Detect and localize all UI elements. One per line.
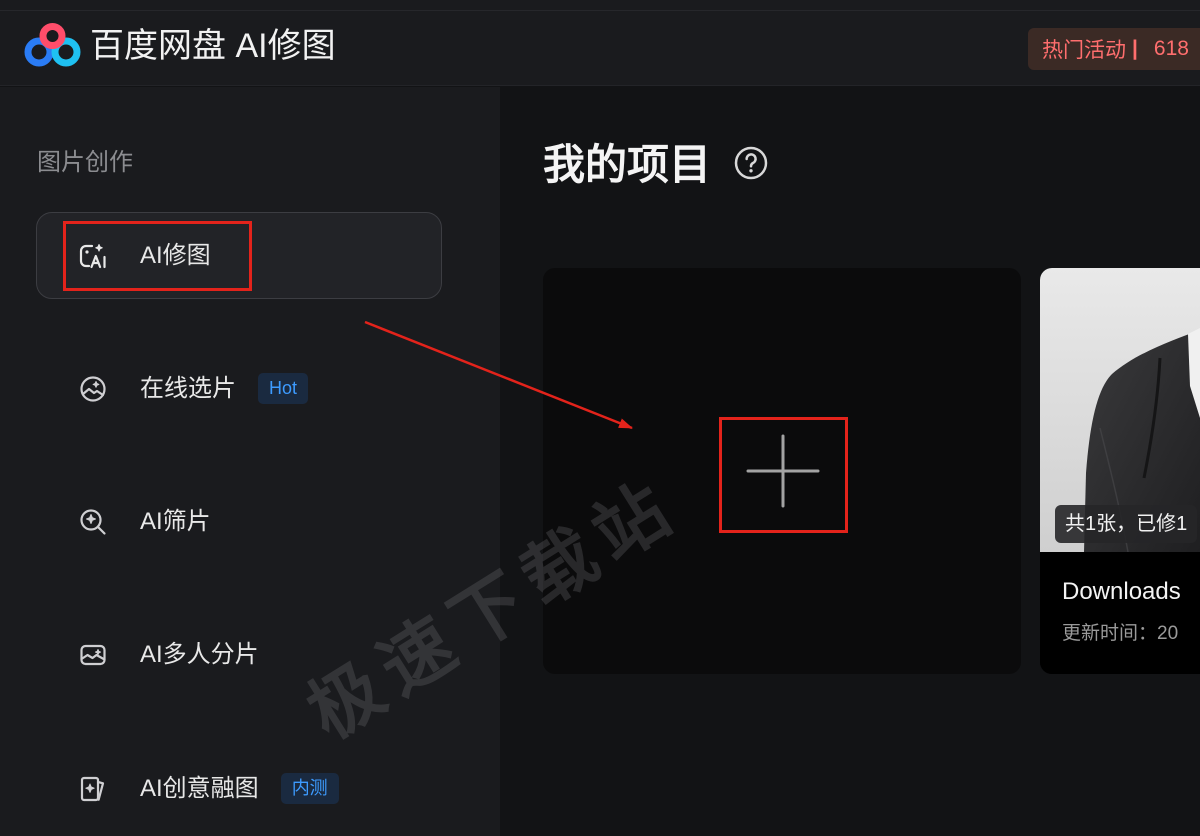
beta-badge: 内测 <box>280 773 339 804</box>
project-updated-time: 更新时间：20 <box>1062 623 1179 644</box>
question-circle-icon[interactable] <box>733 145 769 181</box>
ai-multi-person-split-icon <box>78 640 108 670</box>
project-name: Downloads <box>1062 578 1181 605</box>
sidebar-item-label: AI创意融图 <box>140 774 259 802</box>
sidebar-item-ai-photo-filter[interactable]: AI筛片 <box>36 478 442 565</box>
sidebar-section-title: 图片创作 <box>37 149 133 176</box>
promo-banner[interactable]: 热门活动 | 618 <box>1028 28 1200 70</box>
sidebar-item-label: 在线选片 <box>140 374 236 402</box>
sidebar-item-label: AI多人分片 <box>140 640 259 668</box>
sidebar-item-label: AI筛片 <box>140 507 211 535</box>
sidebar-item-ai-retouch[interactable]: AI修图 <box>36 212 442 299</box>
ai-creative-blend-icon <box>78 774 108 804</box>
project-card[interactable]: 共1张，已修1 Downloads 更新时间：20 <box>1040 268 1200 674</box>
promo-label: 热门活动 <box>1042 39 1126 62</box>
online-photo-select-icon <box>78 374 108 404</box>
plus-icon <box>746 434 820 508</box>
hot-badge: Hot <box>258 373 309 404</box>
new-project-card[interactable] <box>543 268 1021 674</box>
project-info: Downloads 更新时间：20 <box>1040 552 1200 674</box>
app-title: 百度网盘 AI修图 <box>90 27 336 65</box>
baidu-netdisk-logo[interactable] <box>23 22 83 70</box>
promo-value: 618 <box>1153 37 1189 60</box>
sidebar-item-online-photo-select[interactable]: 在线选片 Hot <box>36 345 442 432</box>
ai-photo-filter-icon <box>78 507 108 537</box>
main-content: 我的项目 共1张，已修1 Downloads 更新时间：20 <box>500 86 1200 836</box>
sidebar-item-ai-creative-blend[interactable]: AI创意融图 内测 <box>36 745 442 832</box>
window-top-border <box>0 10 1200 11</box>
top-header: 百度网盘 AI修图 热门活动 | 618 <box>0 0 1200 86</box>
photo-count-caption: 共1张，已修1 <box>1055 505 1198 543</box>
sidebar-item-label: AI修图 <box>140 241 211 269</box>
ai-retouch-icon <box>78 241 108 271</box>
promo-separator: | <box>1132 37 1138 60</box>
page-title: 我的项目 <box>543 141 712 188</box>
sidebar-item-ai-multi-person-split[interactable]: AI多人分片 <box>36 611 442 698</box>
sidebar: 图片创作 AI修图 在线选片 Hot AI筛片 AI多人分片 AI创意融图 内测 <box>0 87 500 836</box>
